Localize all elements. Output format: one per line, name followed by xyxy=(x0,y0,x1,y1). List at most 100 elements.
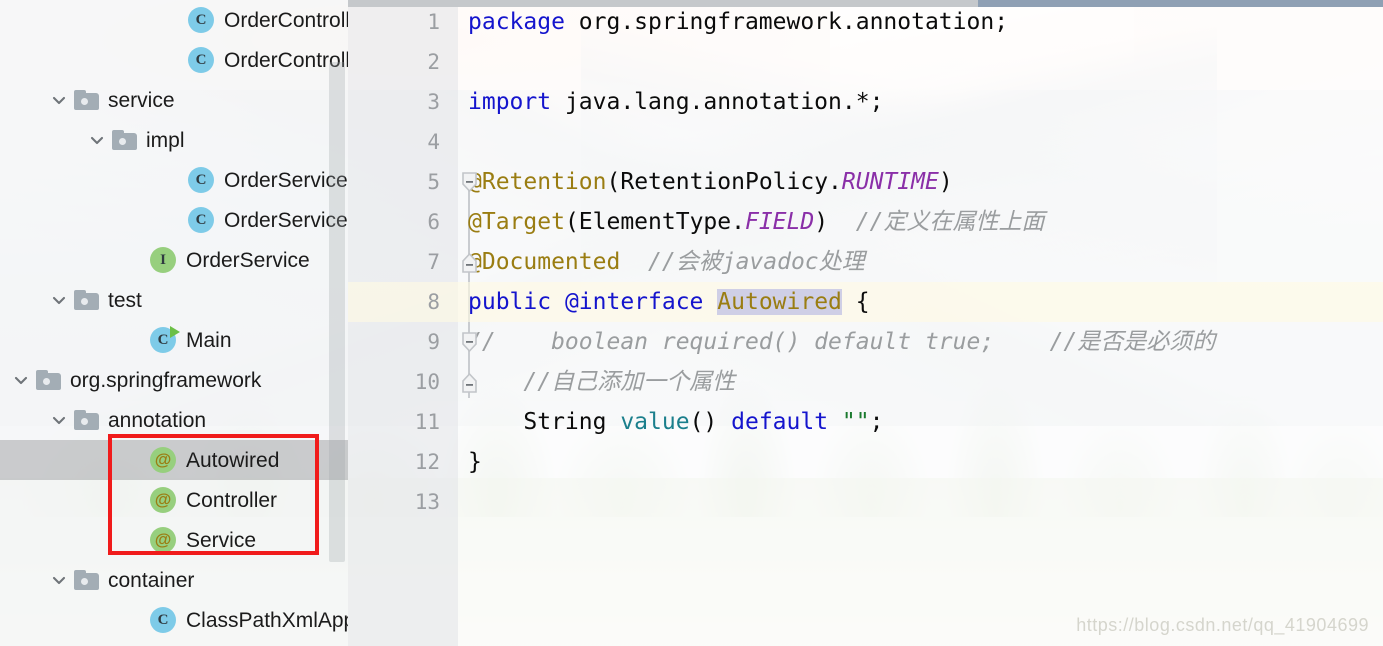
code-line-text[interactable]: package org.springframework.annotation; xyxy=(468,2,1008,42)
code-token: //会被javadoc处理 xyxy=(648,249,865,275)
tree-item-ordercontroller[interactable]: C OrderController xyxy=(0,0,348,40)
code-line[interactable]: 13 xyxy=(348,482,1383,522)
folder-icon xyxy=(36,370,61,390)
tree-item-service[interactable]: service xyxy=(0,80,348,120)
tree-item-autowired[interactable]: @ Autowired xyxy=(0,440,348,480)
code-line[interactable]: 5 @Retention(RetentionPolicy.RUNTIME) xyxy=(348,162,1383,202)
code-token: import xyxy=(468,89,565,115)
editor-horizontal-scrollbar[interactable] xyxy=(348,0,1383,7)
class-c-icon: C xyxy=(188,207,214,233)
code-line-text[interactable]: String value() default ""; xyxy=(468,402,883,442)
fold-collapse-down-icon[interactable] xyxy=(461,332,478,353)
code-line[interactable]: 7 @Documented //会被javadoc处理 xyxy=(348,242,1383,282)
code-line[interactable]: 9 // boolean required() default true; //是… xyxy=(348,322,1383,362)
tree-item-ordercontroller2[interactable]: COrderController2 xyxy=(0,40,348,80)
code-line[interactable]: 3 import java.lang.annotation.*; xyxy=(348,82,1383,122)
code-line[interactable]: 8 public @interface Autowired { xyxy=(348,282,1383,322)
code-lines[interactable]: 1 package org.springframework.annotation;… xyxy=(348,0,1383,646)
tree-item-test[interactable]: test xyxy=(0,280,348,320)
annotation-at-icon: @ xyxy=(150,487,176,513)
code-token: ) xyxy=(938,169,953,195)
code-line[interactable]: 1 package org.springframework.annotation; xyxy=(348,2,1383,42)
code-line-text[interactable]: import java.lang.annotation.*; xyxy=(468,82,883,122)
code-line-text[interactable]: public @interface Autowired { xyxy=(468,282,870,322)
runnable-class-icon: C xyxy=(150,326,180,353)
code-line-text[interactable]: @Target(ElementType.FIELD) //定义在属性上面 xyxy=(468,202,1044,242)
line-number: 13 xyxy=(414,490,440,514)
line-number: 8 xyxy=(427,290,440,314)
code-line[interactable]: 4 xyxy=(348,122,1383,162)
tree-item-classpathxmlapp[interactable]: C ClassPathXmlApp xyxy=(0,600,348,640)
code-token: } xyxy=(468,449,482,475)
line-number: 7 xyxy=(427,250,440,274)
tree-item-orderservice[interactable]: I OrderService xyxy=(0,240,348,280)
code-line[interactable]: 12} xyxy=(348,442,1383,482)
code-token: //定义在属性上面 xyxy=(855,209,1045,235)
code-token: @interface xyxy=(564,289,704,315)
chevron-down-icon[interactable] xyxy=(86,129,108,151)
chevron-down-icon[interactable] xyxy=(48,569,70,591)
code-token: ) xyxy=(814,209,829,235)
scrollbar-track[interactable] xyxy=(978,0,1383,7)
class-c-icon: C xyxy=(150,607,176,633)
code-token: java.lang.annotation.*; xyxy=(564,89,884,115)
tree-item-org-springframework[interactable]: org.springframework xyxy=(0,360,348,400)
tree-item-main[interactable]: C Main xyxy=(0,320,348,360)
tree-item-controller[interactable]: @ Controller xyxy=(0,480,348,520)
line-number: 2 xyxy=(427,50,440,74)
tree-item-label: container xyxy=(108,568,195,592)
code-token: ( xyxy=(606,169,621,195)
code-line-text[interactable]: @Retention(RetentionPolicy.RUNTIME) xyxy=(468,162,953,202)
chevron-down-icon[interactable] xyxy=(10,369,32,391)
tree-item-impl[interactable]: impl xyxy=(0,120,348,160)
class-c-icon: C xyxy=(188,7,214,33)
tree-item-label: ClassPathXmlApp xyxy=(186,608,348,632)
code-line[interactable]: 2 xyxy=(348,42,1383,82)
code-token: @Documented xyxy=(468,249,621,275)
folder-icon xyxy=(74,290,99,310)
code-line[interactable]: 11 String value() default ""; xyxy=(348,402,1383,442)
run-arrow-icon[interactable] xyxy=(170,326,180,338)
scrollbar-thumb[interactable] xyxy=(348,0,978,7)
code-token: () xyxy=(689,409,732,435)
code-line[interactable]: 6 @Target(ElementType.FIELD) //定义在属性上面 xyxy=(348,202,1383,242)
code-editor-panel[interactable]: 1 package org.springframework.annotation;… xyxy=(348,0,1383,646)
chevron-down-icon[interactable] xyxy=(48,89,70,111)
tree-item-annotation[interactable]: annotation xyxy=(0,400,348,440)
fold-collapse-up-icon[interactable] xyxy=(461,252,478,273)
tree-item-orderservicei[interactable]: C OrderServiceI xyxy=(0,160,348,200)
code-token: RetentionPolicy. xyxy=(620,169,842,195)
tree-item-orderservicei[interactable]: C OrderServiceI xyxy=(0,200,348,240)
chevron-down-icon[interactable] xyxy=(48,289,70,311)
code-token: public xyxy=(468,289,565,315)
class-c-icon: C xyxy=(188,167,214,193)
code-token: value xyxy=(620,409,690,435)
code-token: String xyxy=(468,409,621,435)
code-line-text[interactable]: // boolean required() default true; //是否… xyxy=(468,322,1215,362)
code-token: package xyxy=(468,9,579,35)
code-token: ; xyxy=(869,409,884,435)
chevron-down-icon[interactable] xyxy=(48,409,70,431)
fold-collapse-down-icon[interactable] xyxy=(461,172,478,193)
code-line-text[interactable]: //自己添加一个属性 xyxy=(468,362,735,402)
code-token: RUNTIME xyxy=(841,169,939,195)
fold-collapse-up-icon[interactable] xyxy=(461,372,478,393)
tree-item-container[interactable]: container xyxy=(0,560,348,600)
tree-item-label: Controller xyxy=(186,488,278,512)
code-line[interactable]: 10 //自己添加一个属性 xyxy=(348,362,1383,402)
class-c-icon: C xyxy=(188,47,214,73)
tree-item-label: org.springframework xyxy=(70,368,262,392)
project-tree[interactable]: C OrderController COrderController2 service… xyxy=(0,0,348,640)
tree-item-service[interactable]: @ Service xyxy=(0,520,348,560)
code-token: "" xyxy=(841,409,870,435)
sidebar-vertical-scrollbar[interactable] xyxy=(329,62,345,562)
code-line-text[interactable]: } xyxy=(468,442,482,482)
project-tree-panel[interactable]: C OrderController COrderController2 service… xyxy=(0,0,348,646)
code-line-text[interactable]: @Documented //会被javadoc处理 xyxy=(468,242,865,282)
tree-item-label: OrderController xyxy=(224,8,348,32)
code-token: Autowired xyxy=(717,289,842,315)
code-token: default xyxy=(731,409,842,435)
